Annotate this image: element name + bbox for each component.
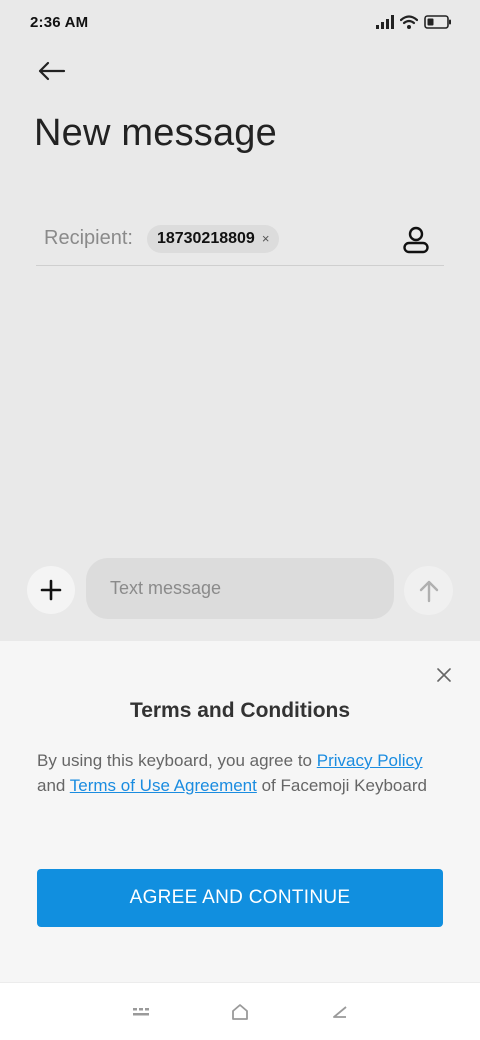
contacts-button[interactable] [398, 222, 434, 258]
message-placeholder: Text message [110, 578, 222, 598]
chip-remove-icon[interactable]: × [262, 231, 270, 246]
recents-icon [133, 1008, 149, 1016]
back-nav-button[interactable] [326, 1001, 354, 1023]
battery-icon [424, 15, 451, 29]
recipient-chip[interactable]: 18730218809 × [146, 224, 280, 253]
terms-of-use-link[interactable]: Terms of Use Agreement [70, 776, 257, 795]
message-input[interactable]: Text message [86, 558, 394, 619]
back-button[interactable] [28, 50, 76, 92]
send-arrow-icon [419, 580, 438, 602]
back-triangle-icon [333, 1006, 347, 1018]
home-icon [232, 1004, 248, 1020]
person-icon [403, 226, 429, 254]
recents-button[interactable] [127, 1001, 155, 1023]
attach-button[interactable] [27, 566, 75, 614]
signal-icon [376, 15, 394, 29]
terms-sheet: Terms and Conditions By using this keybo… [0, 641, 480, 982]
terms-body-and: and [37, 775, 70, 795]
page-title: New message [34, 112, 277, 154]
navigation-bar [0, 982, 480, 1040]
terms-body: By using this keyboard, you agree to Pri… [37, 749, 437, 798]
privacy-policy-link[interactable]: Privacy Policy [317, 751, 423, 770]
back-arrow-icon [38, 61, 66, 81]
plus-icon [40, 579, 62, 601]
terms-body-suffix: of Facemoji Keyboard [256, 775, 427, 795]
home-button[interactable] [226, 1001, 254, 1023]
send-button[interactable] [404, 566, 453, 615]
close-button[interactable] [432, 663, 456, 687]
agree-and-continue-button[interactable]: AGREE AND CONTINUE [37, 869, 443, 927]
recipient-row[interactable]: Recipient: 18730218809 × [36, 212, 444, 266]
status-time: 2:36 AM [30, 13, 89, 31]
status-icons [376, 15, 452, 29]
wifi-icon [400, 15, 418, 29]
compose-row: Text message [0, 558, 480, 620]
status-bar: 2:36 AM [0, 0, 480, 44]
terms-title: Terms and Conditions [129, 699, 351, 722]
recipient-chip-number: 18730218809 [156, 229, 255, 247]
terms-body-prefix: By using this keyboard, you agree to [37, 751, 317, 770]
recipient-label: Recipient: [44, 227, 133, 249]
close-icon [437, 668, 451, 682]
